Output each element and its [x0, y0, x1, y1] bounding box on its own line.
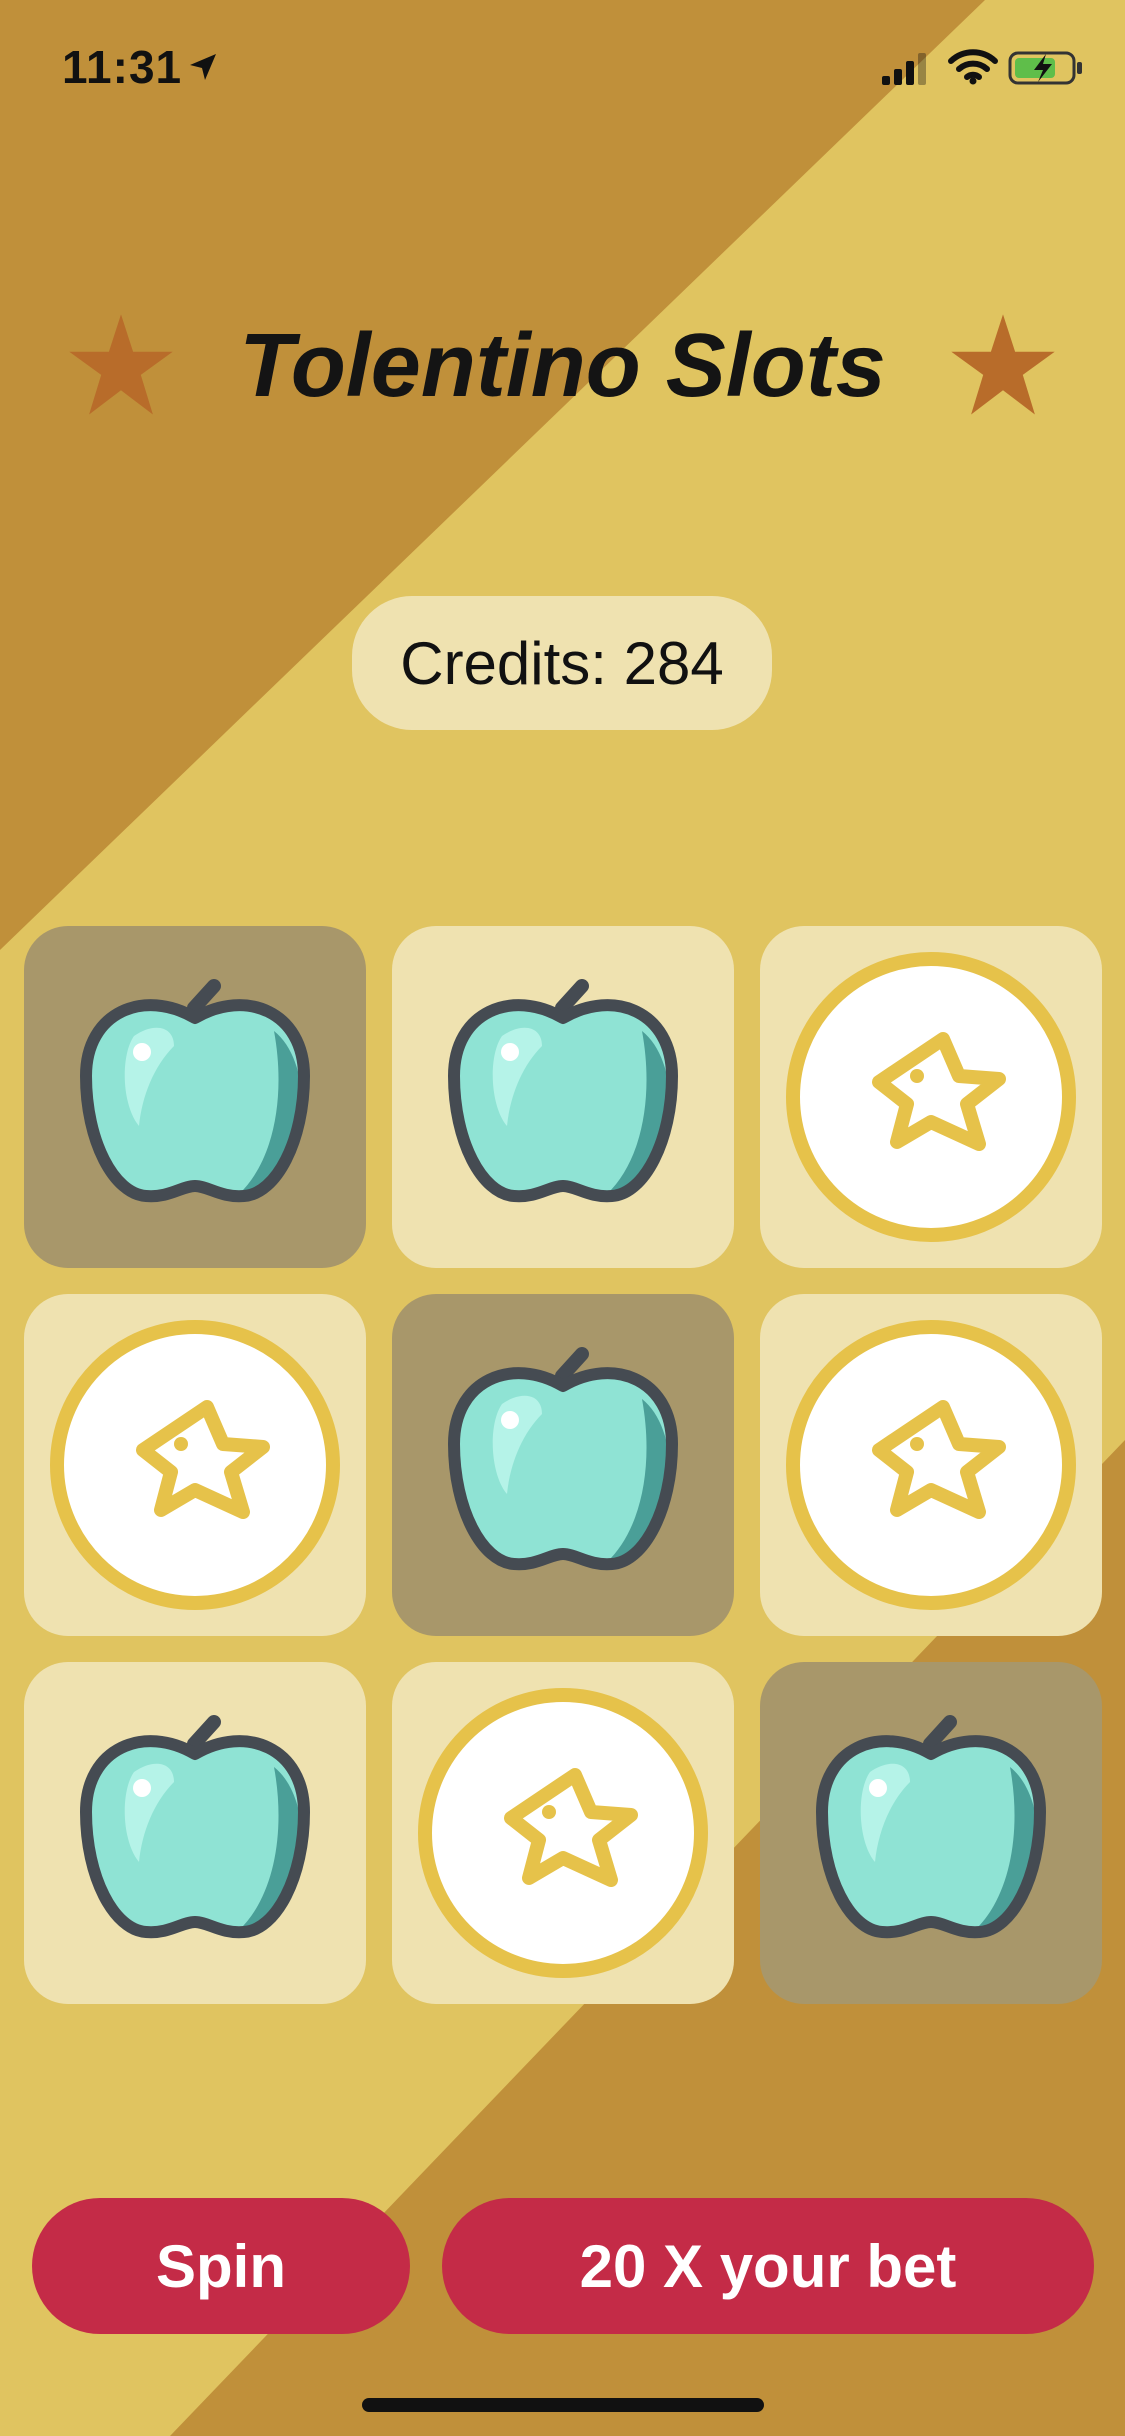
apple-icon	[448, 1347, 678, 1571]
slot-cell-9	[760, 1662, 1102, 2004]
slot-cell-3	[760, 926, 1102, 1268]
star-icon	[951, 314, 1055, 415]
title-row: Tolentino Slots	[0, 310, 1125, 420]
star-coin-icon	[50, 1320, 340, 1610]
home-indicator	[362, 2398, 764, 2412]
status-time: 11:31	[62, 41, 183, 93]
location-arrow-icon	[190, 54, 216, 80]
spin-label: Spin	[156, 2232, 286, 2300]
apple-icon	[448, 979, 678, 1203]
apple-icon	[80, 1715, 310, 1939]
status-bar: 11:31	[0, 0, 1125, 140]
cellular-signal-icon	[882, 53, 926, 85]
battery-charging-icon	[1008, 51, 1082, 85]
credits-badge: Credits: 284	[352, 596, 772, 730]
spin-button[interactable]: Spin	[32, 2198, 410, 2334]
bet-label: 20 X your bet	[579, 2232, 957, 2300]
star-coin-icon	[786, 952, 1076, 1242]
slot-cell-2	[392, 926, 734, 1268]
star-coin-icon	[418, 1688, 708, 1978]
slots-screen: 11:31 Tolentino Slots Credits: 284 Spin …	[0, 0, 1125, 2436]
credits-label: Credits: 284	[400, 629, 724, 697]
slot-cell-1	[24, 926, 366, 1268]
slot-cell-4	[24, 1294, 366, 1636]
slot-cell-5	[392, 1294, 734, 1636]
apple-icon	[80, 979, 310, 1203]
bet-multiplier-button[interactable]: 20 X your bet	[442, 2198, 1094, 2334]
slot-cell-8	[392, 1662, 734, 2004]
wifi-icon	[948, 49, 998, 85]
app-title: Tolentino Slots	[239, 316, 886, 416]
slot-grid	[24, 926, 1102, 2006]
slot-cell-6	[760, 1294, 1102, 1636]
slot-cell-7	[24, 1662, 366, 2004]
apple-icon	[816, 1715, 1046, 1939]
star-coin-icon	[786, 1320, 1076, 1610]
